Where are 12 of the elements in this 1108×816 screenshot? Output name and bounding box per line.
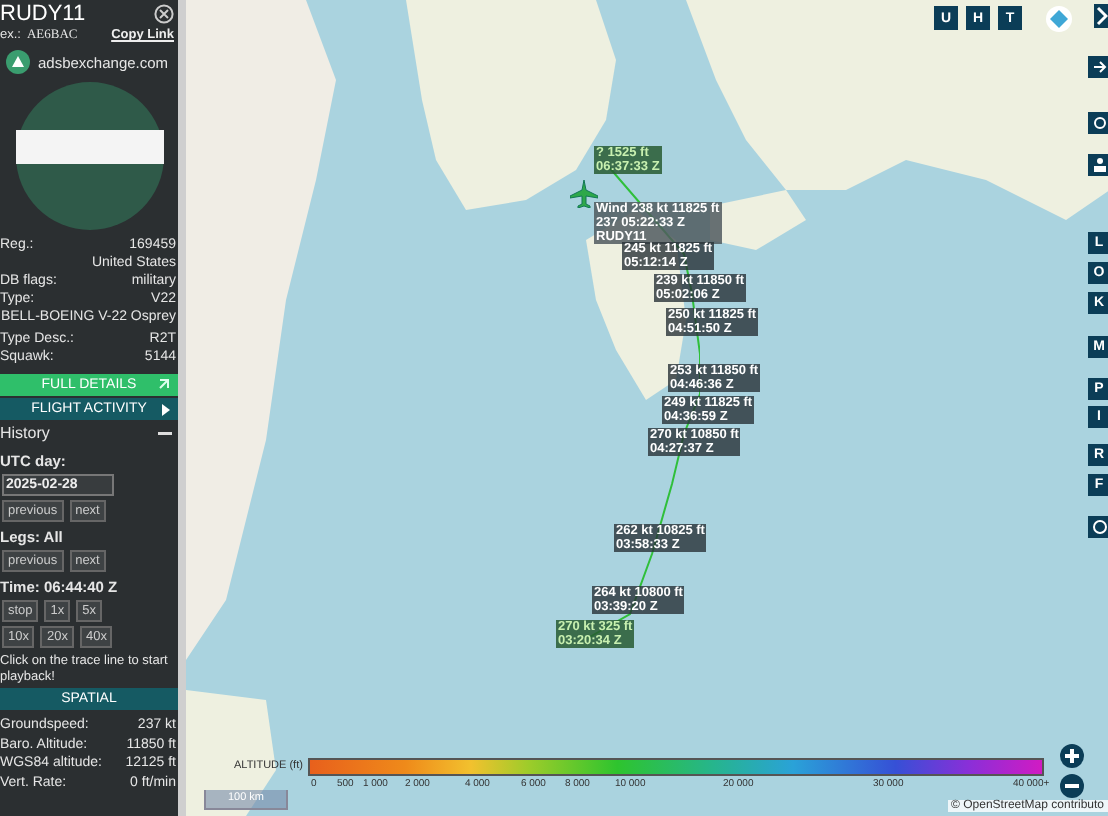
layers-icon[interactable] (1046, 6, 1072, 32)
history-header[interactable]: History (0, 420, 178, 446)
arrow-icon[interactable] (1088, 56, 1108, 78)
chevron-right-icon[interactable] (1094, 4, 1108, 28)
people-icon[interactable] (1088, 154, 1108, 176)
aircraft-callsign: RUDY11 (0, 2, 86, 26)
aircraft-icon[interactable] (570, 180, 598, 208)
external-link-icon (158, 378, 170, 390)
close-icon[interactable] (154, 4, 174, 24)
zoom-in-icon[interactable] (1060, 744, 1084, 768)
logo-icon (6, 50, 30, 74)
zoom-out-icon[interactable] (1060, 774, 1084, 798)
